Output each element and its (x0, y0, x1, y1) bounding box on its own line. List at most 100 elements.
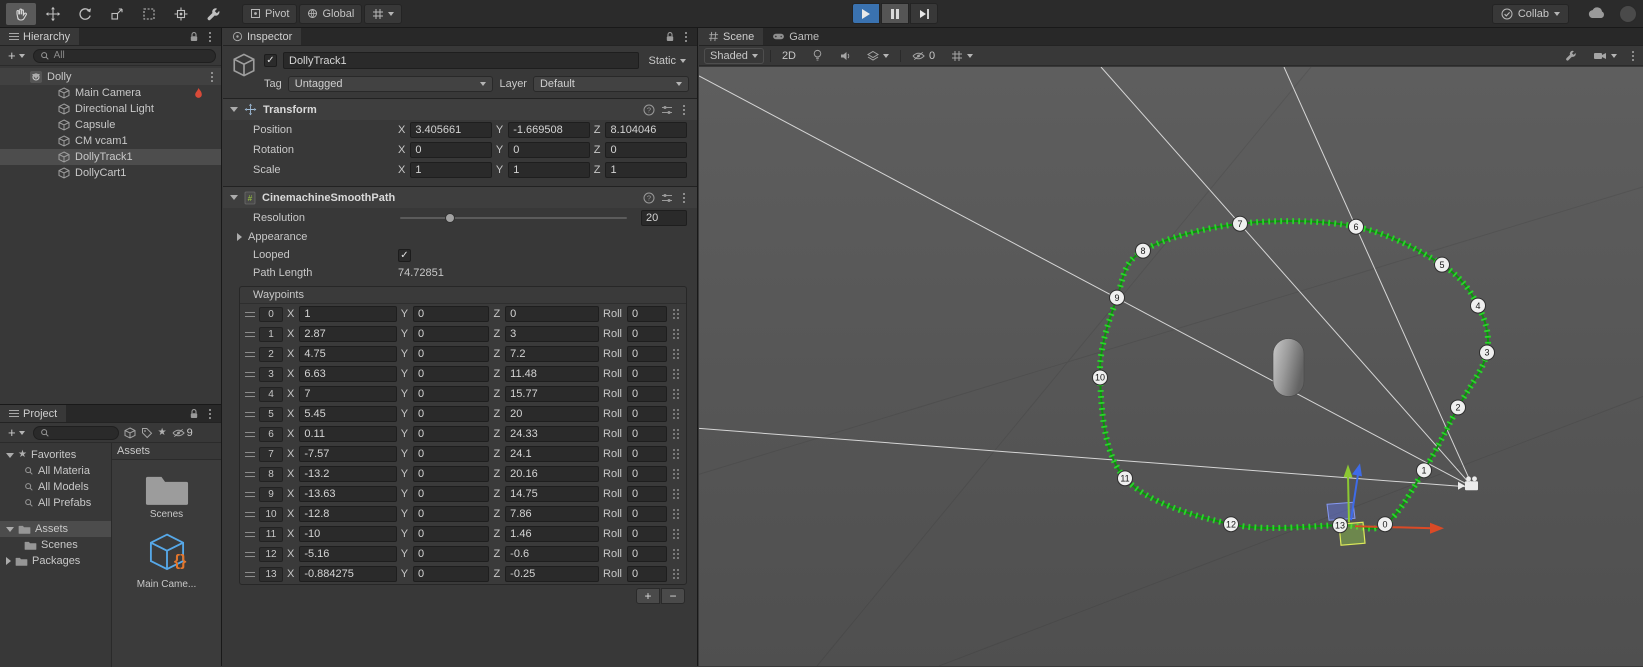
waypoint-x-field[interactable]: 0.11 (299, 426, 396, 442)
waypoint-roll-field[interactable]: 0 (627, 326, 667, 342)
position-z-field[interactable]: 8.104046 (605, 122, 687, 138)
waypoint-x-field[interactable]: 2.87 (299, 326, 396, 342)
tab-game[interactable]: Game (763, 28, 828, 45)
position-x-field[interactable]: 3.405661 (410, 122, 492, 138)
drag-handle-icon[interactable] (245, 432, 255, 437)
waypoint-roll-field[interactable]: 0 (627, 386, 667, 402)
move-tool-button[interactable] (38, 3, 68, 25)
drag-handle-icon[interactable] (245, 332, 255, 337)
panel-menu-icon[interactable] (205, 30, 215, 44)
waypoint-marker[interactable]: 7 (1233, 216, 1248, 231)
waypoint-marker[interactable]: 3 (1480, 345, 1495, 360)
drag-handle-icon[interactable] (245, 392, 255, 397)
waypoint-y-field[interactable]: 0 (413, 526, 489, 542)
lock-icon[interactable] (189, 31, 199, 43)
waypoint-options-icon[interactable] (671, 368, 681, 380)
lock-icon[interactable] (189, 408, 199, 420)
waypoint-z-field[interactable]: 3 (505, 326, 599, 342)
resolution-field[interactable]: 20 (641, 210, 687, 226)
package-filter-icon[interactable] (124, 427, 136, 439)
2d-toggle-button[interactable]: 2D (777, 48, 801, 64)
waypoint-roll-field[interactable]: 0 (627, 346, 667, 362)
waypoint-y-field[interactable]: 0 (413, 506, 489, 522)
waypoint-roll-field[interactable]: 0 (627, 306, 667, 322)
grid-visibility-dropdown[interactable] (946, 48, 978, 64)
waypoint-roll-field[interactable]: 0 (627, 566, 667, 582)
drag-handle-icon[interactable] (245, 552, 255, 557)
waypoint-marker[interactable]: 13 (1333, 518, 1348, 533)
waypoint-roll-field[interactable]: 0 (627, 486, 667, 502)
hierarchy-item[interactable]: Capsule (0, 117, 221, 133)
waypoint-y-field[interactable]: 0 (413, 546, 489, 562)
waypoint-row[interactable]: 0 X 1 Y 0 Z 0 Roll 0 (240, 304, 686, 324)
assets-root[interactable]: Assets (0, 521, 111, 537)
waypoint-options-icon[interactable] (671, 308, 681, 320)
waypoint-row[interactable]: 3 X 6.63 Y 0 Z 11.48 Roll 0 (240, 364, 686, 384)
waypoint-row[interactable]: 8 X -13.2 Y 0 Z 20.16 Roll 0 (240, 464, 686, 484)
waypoint-x-field[interactable]: -5.16 (299, 546, 396, 562)
waypoint-x-field[interactable]: 6.63 (299, 366, 396, 382)
waypoint-row[interactable]: 6 X 0.11 Y 0 Z 24.33 Roll 0 (240, 424, 686, 444)
tab-hierarchy[interactable]: Hierarchy (0, 28, 79, 45)
pivot-toggle-button[interactable]: Pivot (242, 4, 297, 24)
hierarchy-item[interactable]: Main Camera (0, 85, 221, 101)
foldout-open-icon[interactable] (230, 195, 238, 200)
waypoint-roll-field[interactable]: 0 (627, 526, 667, 542)
waypoint-z-field[interactable]: -0.25 (505, 566, 599, 582)
tab-project[interactable]: Project (0, 405, 66, 422)
drag-handle-icon[interactable] (245, 512, 255, 517)
lock-icon[interactable] (665, 31, 675, 43)
favorites-item[interactable]: All Models (0, 479, 111, 495)
object-name-field[interactable]: DollyTrack1 (283, 52, 639, 69)
waypoint-options-icon[interactable] (671, 448, 681, 460)
waypoint-roll-field[interactable]: 0 (627, 426, 667, 442)
waypoint-marker[interactable]: 4 (1471, 298, 1486, 313)
waypoint-y-field[interactable]: 0 (413, 406, 489, 422)
waypoint-y-field[interactable]: 0 (413, 446, 489, 462)
custom-tool-button[interactable] (198, 3, 228, 25)
layer-dropdown[interactable]: Default (533, 76, 689, 92)
looped-checkbox[interactable] (398, 249, 411, 262)
presets-icon[interactable] (661, 192, 673, 204)
asset-item-prefab[interactable]: {} Main Came... (112, 530, 221, 590)
waypoint-row[interactable]: 9 X -13.63 Y 0 Z 14.75 Roll 0 (240, 484, 686, 504)
waypoint-x-field[interactable]: -7.57 (299, 446, 396, 462)
waypoint-marker[interactable]: 5 (1435, 257, 1450, 272)
waypoint-row[interactable]: 1 X 2.87 Y 0 Z 3 Roll 0 (240, 324, 686, 344)
pause-button[interactable] (881, 3, 909, 24)
waypoint-marker[interactable]: 12 (1224, 517, 1239, 532)
waypoint-roll-field[interactable]: 0 (627, 466, 667, 482)
hierarchy-item[interactable]: CM vcam1 (0, 133, 221, 149)
waypoint-z-field[interactable]: 24.33 (505, 426, 599, 442)
slider-thumb[interactable] (445, 213, 455, 223)
waypoint-row[interactable]: 4 X 7 Y 0 Z 15.77 Roll 0 (240, 384, 686, 404)
foldout-open-icon[interactable] (230, 107, 238, 112)
waypoint-x-field[interactable]: -0.884275 (299, 566, 396, 582)
drag-handle-icon[interactable] (245, 492, 255, 497)
waypoint-row[interactable]: 13 X -0.884275 Y 0 Z -0.25 Roll 0 (240, 564, 686, 584)
waypoint-roll-field[interactable]: 0 (627, 406, 667, 422)
remove-waypoint-button[interactable]: − (661, 588, 685, 604)
drag-handle-icon[interactable] (245, 352, 255, 357)
scene-camera-dropdown[interactable] (1588, 48, 1622, 64)
packages-root[interactable]: Packages (0, 553, 111, 569)
foldout-closed-icon[interactable] (6, 557, 11, 565)
waypoint-row[interactable]: 11 X -10 Y 0 Z 1.46 Roll 0 (240, 524, 686, 544)
hand-tool-button[interactable] (6, 3, 36, 25)
drag-handle-icon[interactable] (245, 412, 255, 417)
shading-mode-dropdown[interactable]: Shaded (704, 48, 764, 64)
waypoint-y-field[interactable]: 0 (413, 306, 489, 322)
waypoint-z-field[interactable]: -0.6 (505, 546, 599, 562)
foldout-open-icon[interactable] (6, 527, 14, 532)
scene-viewport[interactable]: 012345678910111213 (699, 67, 1643, 666)
waypoint-z-field[interactable]: 0 (505, 306, 599, 322)
project-search-input[interactable] (33, 426, 119, 440)
transform-component-header[interactable]: Transform ? (223, 98, 697, 120)
waypoint-x-field[interactable]: -12.8 (299, 506, 396, 522)
drag-handle-icon[interactable] (245, 572, 255, 577)
waypoint-x-field[interactable]: 4.75 (299, 346, 396, 362)
waypoint-marker[interactable]: 11 (1118, 471, 1133, 486)
waypoint-z-field[interactable]: 24.1 (505, 446, 599, 462)
hierarchy-item[interactable]: Directional Light (0, 101, 221, 117)
waypoint-options-icon[interactable] (671, 468, 681, 480)
